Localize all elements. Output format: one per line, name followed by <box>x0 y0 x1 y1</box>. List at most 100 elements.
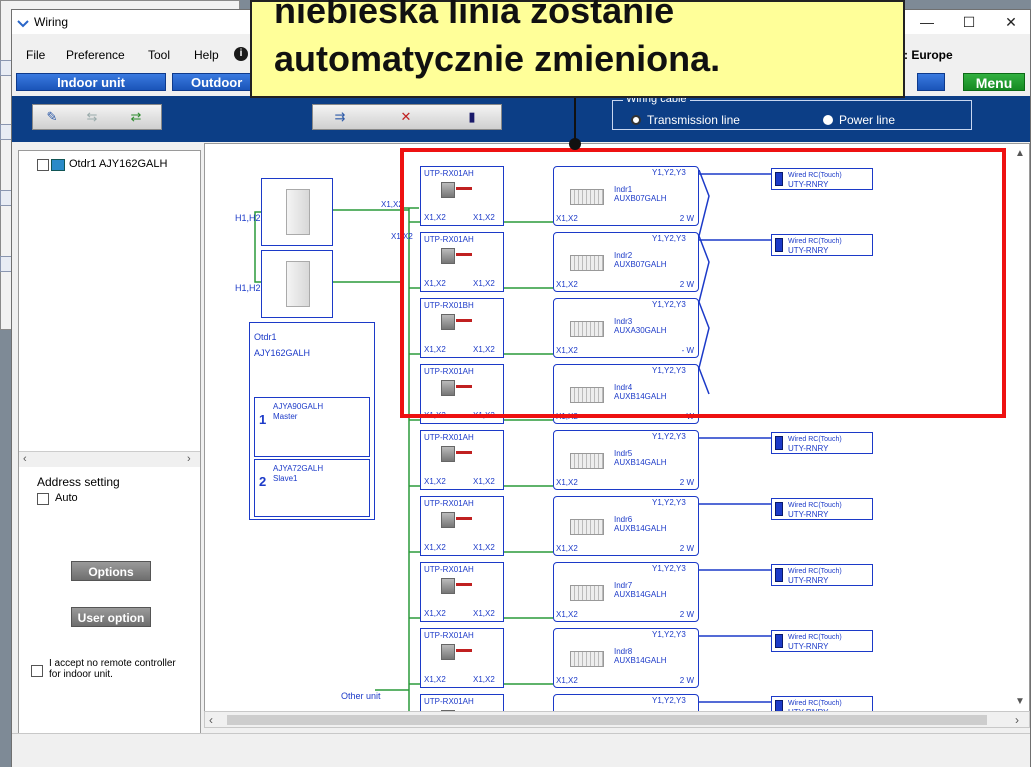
indoor-unit-box[interactable]: Y1,Y2,Y3 Indr6 AUXB14GALH X1,X2 2 W <box>553 496 699 556</box>
remote-controller-icon <box>775 568 783 582</box>
scroll-thumb[interactable] <box>227 715 987 725</box>
remote-controller-icon <box>775 634 783 648</box>
delete-icon[interactable]: ▮ <box>461 109 483 125</box>
indoor-unit-box[interactable]: Y1,Y2,Y3 Indr8 AUXB14GALH X1,X2 2 W <box>553 628 699 688</box>
adapter-box[interactable]: UTP-RX01AH X1,X2 X1,X2 <box>420 562 504 622</box>
outdoor-module-master[interactable]: 1 AJYA90GALH Master <box>254 397 370 457</box>
x1x2-label: X1,X2 <box>424 609 446 618</box>
scroll-right-icon[interactable]: › <box>1015 713 1019 727</box>
y123-label: Y1,Y2,Y3 <box>652 696 686 705</box>
scroll-left-icon[interactable]: ‹ <box>209 713 213 727</box>
cassette-unit-icon <box>570 585 604 601</box>
adapter-model: UTP-RX01AH <box>424 433 474 442</box>
module-role: Slave1 <box>273 474 298 483</box>
adapter-model: UTP-RX01AH <box>424 631 474 640</box>
diagram-hscroll[interactable]: ‹ › <box>204 711 1030 728</box>
adapter-cable-icon <box>456 649 472 652</box>
adapter-box[interactable]: UTP-RX01AH X1,X2 X1,X2 <box>420 628 504 688</box>
tree-item-outdoor[interactable]: Otdr1 AJY162GALH <box>69 158 167 170</box>
menu-tool[interactable]: Tool <box>148 48 170 62</box>
left-panel: Otdr1 AJY162GALH ‹ › Address setting Aut… <box>18 150 201 740</box>
toolbar: ✎ ⇆ ⇄ ⇉ ✕ ▮ Wiring cable Transmission li… <box>12 93 1030 142</box>
adapter-cable-icon <box>456 583 472 586</box>
outdoor-module-1-box[interactable] <box>261 178 333 246</box>
scroll-right-icon[interactable]: › <box>187 453 191 465</box>
left-hscroll[interactable]: ‹ › <box>19 451 200 467</box>
wire-count: 2 W <box>679 544 694 553</box>
outdoor-unit-name: Otdr1 <box>254 332 277 342</box>
edit-icon[interactable]: ✎ <box>41 109 63 125</box>
toolbar-group-1: ✎ ⇆ ⇄ <box>32 104 162 130</box>
tab-hidden[interactable] <box>917 73 945 91</box>
user-option-button[interactable]: User option <box>71 607 151 627</box>
adapter-model: UTP-RX01AH <box>424 697 474 706</box>
remote-controller-box[interactable]: Wired RC(Touch)UTY-RNRY <box>771 498 873 520</box>
outdoor-unit-box[interactable]: Otdr1 AJY162GALH 1 AJYA90GALH Master 2 A… <box>249 322 375 520</box>
x1x2-label: X1,X2 <box>556 676 578 685</box>
indoor-unit-box[interactable]: Y1,Y2,Y3 Indr5 AUXB14GALH X1,X2 2 W <box>553 430 699 490</box>
adapter-box[interactable]: UTP-RX01AH X1,X2 X1,X2 <box>420 430 504 490</box>
status-bar <box>12 733 1030 767</box>
remote-controller-box[interactable]: Wired RC(Touch)UTY-RNRY <box>771 630 873 652</box>
scroll-up-icon[interactable]: ▲ <box>1015 148 1025 159</box>
radio-transmission-line[interactable] <box>631 115 641 125</box>
wiring-app-icon <box>17 17 29 28</box>
x1x2-label: X1,X2 <box>473 609 495 618</box>
info-icon[interactable]: i <box>234 47 248 61</box>
connect-icon[interactable]: ⇆ <box>81 109 103 125</box>
remove-wire-icon[interactable]: ✕ <box>395 109 417 125</box>
auto-checkbox[interactable] <box>37 493 49 505</box>
x1x2-label: X1,X2 <box>424 477 446 486</box>
wire-count: 2 W <box>679 676 694 685</box>
adapter-box[interactable]: UTP-RX01AH X1,X2 X1,X2 <box>420 496 504 556</box>
rc-type: Wired RC(Touch) <box>788 502 842 509</box>
scroll-left-icon[interactable]: ‹ <box>23 453 27 465</box>
remote-controller-box[interactable]: Wired RC(Touch)UTY-RNRY <box>771 564 873 586</box>
x1x2-label: X1,X2 <box>556 478 578 487</box>
rc-type: Wired RC(Touch) <box>788 634 842 641</box>
accept-label-2: for indoor unit. <box>49 669 113 680</box>
address-setting-label: Address setting <box>37 475 120 489</box>
x1x2-label: X1,X2 <box>556 610 578 619</box>
radio-power-line[interactable] <box>823 115 833 125</box>
auto-wire-icon[interactable]: ⇄ <box>125 109 147 125</box>
toolbar-group-2: ⇉ ✕ ▮ <box>312 104 502 130</box>
adapter-model: UTP-RX01AH <box>424 565 474 574</box>
adapter-icon <box>441 578 455 594</box>
indoor-unit-model: AUXB14GALH <box>614 656 667 665</box>
minimize-button[interactable]: — <box>910 10 944 34</box>
callout-pointer <box>569 96 581 150</box>
adapter-icon <box>441 446 455 462</box>
menu-file[interactable]: File <box>26 48 45 62</box>
adapter-cable-icon <box>456 517 472 520</box>
options-button[interactable]: Options <box>71 561 151 581</box>
tab-indoor-unit[interactable]: Indoor unit <box>16 73 166 91</box>
indoor-unit-name: Indr8 <box>614 647 633 656</box>
tree-checkbox[interactable] <box>37 159 49 171</box>
indoor-unit-name: Indr6 <box>614 515 633 524</box>
y123-label: Y1,Y2,Y3 <box>652 630 686 639</box>
tab-outdoor[interactable]: Outdoor <box>172 73 262 91</box>
add-wire-icon[interactable]: ⇉ <box>329 109 351 125</box>
wiring-cable-group: Wiring cable Transmission line Power lin… <box>612 93 972 130</box>
outdoor-module-icon <box>286 261 310 307</box>
outdoor-module-slave[interactable]: 2 AJYA72GALH Slave1 <box>254 459 370 517</box>
close-button[interactable]: ✕ <box>994 10 1028 34</box>
cassette-unit-icon <box>570 453 604 469</box>
menu-preference[interactable]: Preference <box>66 48 125 62</box>
radio-label-power: Power line <box>839 113 896 127</box>
scroll-down-icon[interactable]: ▼ <box>1015 696 1025 707</box>
outdoor-module-2-box[interactable] <box>261 250 333 318</box>
wire-count: 2 W <box>679 478 694 487</box>
indoor-unit-box[interactable]: Y1,Y2,Y3 Indr7 AUXB14GALH X1,X2 2 W <box>553 562 699 622</box>
maximize-button[interactable]: ☐ <box>952 10 986 34</box>
indoor-unit-name: Indr5 <box>614 449 633 458</box>
menu-button[interactable]: Menu <box>963 73 1025 91</box>
wire-count: 2 W <box>679 610 694 619</box>
adapter-model: UTP-RX01AH <box>424 499 474 508</box>
remote-controller-box[interactable]: Wired RC(Touch)UTY-RNRY <box>771 432 873 454</box>
accept-label-1: I accept no remote controller <box>49 658 176 669</box>
accept-checkbox[interactable] <box>31 665 43 677</box>
menu-help[interactable]: Help <box>194 48 219 62</box>
rc-type: Wired RC(Touch) <box>788 700 842 707</box>
